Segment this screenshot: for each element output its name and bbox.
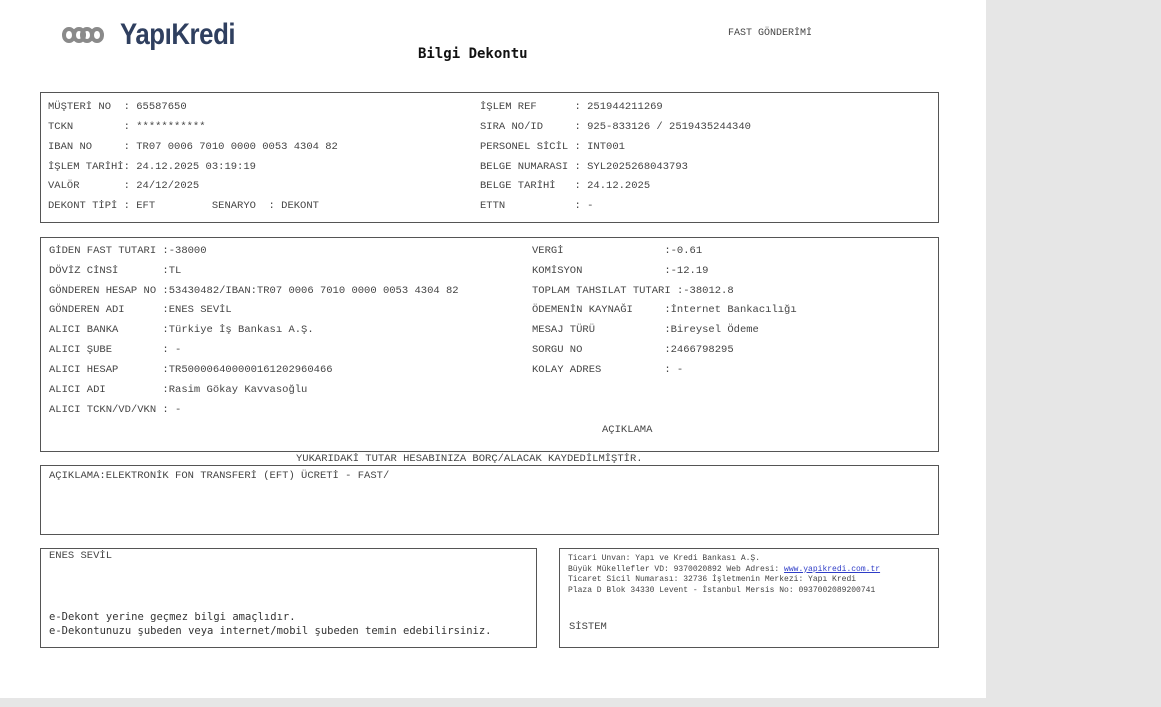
transfer-row: GİDEN FAST TUTARI :-38000 <box>49 245 207 257</box>
booking-notice: YUKARIDAKİ TUTAR HESABINIZA BORÇ/ALACAK … <box>296 453 643 465</box>
transaction-row: BELGE TARİHİ : 24.12.2025 <box>480 180 651 192</box>
transaction-row: BELGE NUMARASI : SYL2025268043793 <box>480 161 688 173</box>
system-label: SİSTEM <box>569 621 607 633</box>
transaction-row: PERSONEL SİCİL : INT001 <box>480 141 625 153</box>
bank-logo: YapıKredi <box>58 18 254 52</box>
bank-website-link[interactable]: www.yapikredi.com.tr <box>784 565 880 574</box>
transaction-row: ETTN : - <box>480 200 594 212</box>
page-title: Bilgi Dekontu <box>418 46 528 62</box>
logo-text: YapıKredi <box>120 18 236 51</box>
transfer-details-box: GİDEN FAST TUTARI :-38000 DÖVİZ CİNSİ :T… <box>40 237 939 452</box>
transfer-row: ALICI TCKN/VD/VKN : - <box>49 404 182 416</box>
fee-row: SORGU NO :2466798295 <box>532 344 734 356</box>
customer-footer-box: ENES SEVİL e-Dekont yerine geçmez bilgi … <box>40 548 537 648</box>
bank-legal-box: Ticari Unvan: Yapı ve Kredi Bankası A.Ş.… <box>559 548 939 648</box>
transfer-row: ALICI HESAP :TR500006400000161202960466 <box>49 364 333 376</box>
legal-info: Ticari Unvan: Yapı ve Kredi Bankası A.Ş.… <box>568 554 880 597</box>
transfer-row: GÖNDEREN ADI :ENES SEVİL <box>49 304 232 316</box>
legal-line-2: Büyük Mükellefler VD: 9370020892 Web Adr… <box>568 564 785 574</box>
transfer-row: GÖNDEREN HESAP NO :53430482/IBAN:TR07 00… <box>49 285 459 297</box>
customer-info-box: MÜŞTERİ NO : 65587650 TCKN : ***********… <box>40 92 939 223</box>
receipt-page: YapıKredi Bilgi Dekontu FAST GÖNDERİMİ M… <box>0 0 986 698</box>
aciklama-heading: AÇIKLAMA <box>602 424 653 436</box>
customer-row: MÜŞTERİ NO : 65587650 <box>48 101 187 113</box>
fee-row: KOLAY ADRES : - <box>532 364 684 376</box>
customer-row: DEKONT TİPİ : EFT SENARYO : DEKONT <box>48 200 319 212</box>
transaction-row: İŞLEM REF : 251944211269 <box>480 101 663 113</box>
customer-row: TCKN : *********** <box>48 121 206 133</box>
legal-line-1: Ticari Unvan: Yapı ve Kredi Bankası A.Ş. <box>568 554 761 563</box>
fee-row: MESAJ TÜRÜ :Bireysel Ödeme <box>532 324 759 336</box>
legal-line-3: Ticaret Sicil Numarası: 32736 İşletmenin… <box>568 575 857 585</box>
description-box: AÇIKLAMA:ELEKTRONİK FON TRANSFERİ (EFT) … <box>40 465 939 535</box>
customer-row: İŞLEM TARİHİ: 24.12.2025 03:19:19 <box>48 161 256 173</box>
transfer-row: DÖVİZ CİNSİ :TL <box>49 265 182 277</box>
disclaimer-line-1: e-Dekont yerine geçmez bilgi amaçlıdır. <box>49 611 296 623</box>
fee-row: KOMİSYON :-12.19 <box>532 265 709 277</box>
transfer-row: ALICI ADI :Rasim Gökay Kavvasoğlu <box>49 384 308 396</box>
yapikredi-logo-icon <box>61 27 105 43</box>
transfer-row: ALICI ŞUBE : - <box>49 344 182 356</box>
customer-row: IBAN NO : TR07 0006 7010 0000 0053 4304 … <box>48 141 338 153</box>
transfer-row: ALICI BANKA :Türkiye İş Bankası A.Ş. <box>49 324 314 336</box>
disclaimer-line-2: e-Dekontunuzu şubeden veya internet/mobi… <box>49 625 492 637</box>
document-type: FAST GÖNDERİMİ <box>728 28 813 39</box>
fee-row: VERGİ :-0.61 <box>532 245 703 257</box>
customer-row: VALÖR : 24/12/2025 <box>48 180 200 192</box>
fee-row: TOPLAM TAHSILAT TUTARI :-38012.8 <box>532 285 734 297</box>
legal-line-4: Plaza D Blok 34330 Levent - İstanbul Mer… <box>568 586 876 596</box>
description-text: AÇIKLAMA:ELEKTRONİK FON TRANSFERİ (EFT) … <box>49 470 390 482</box>
viewer-background <box>986 0 1161 707</box>
transaction-row: SIRA NO/ID : 925-833126 / 2519435244340 <box>480 121 751 133</box>
customer-name: ENES SEVİL <box>49 550 113 562</box>
fee-row: ÖDEMENİN KAYNAĞI :İnternet Bankacılığı <box>532 304 797 316</box>
